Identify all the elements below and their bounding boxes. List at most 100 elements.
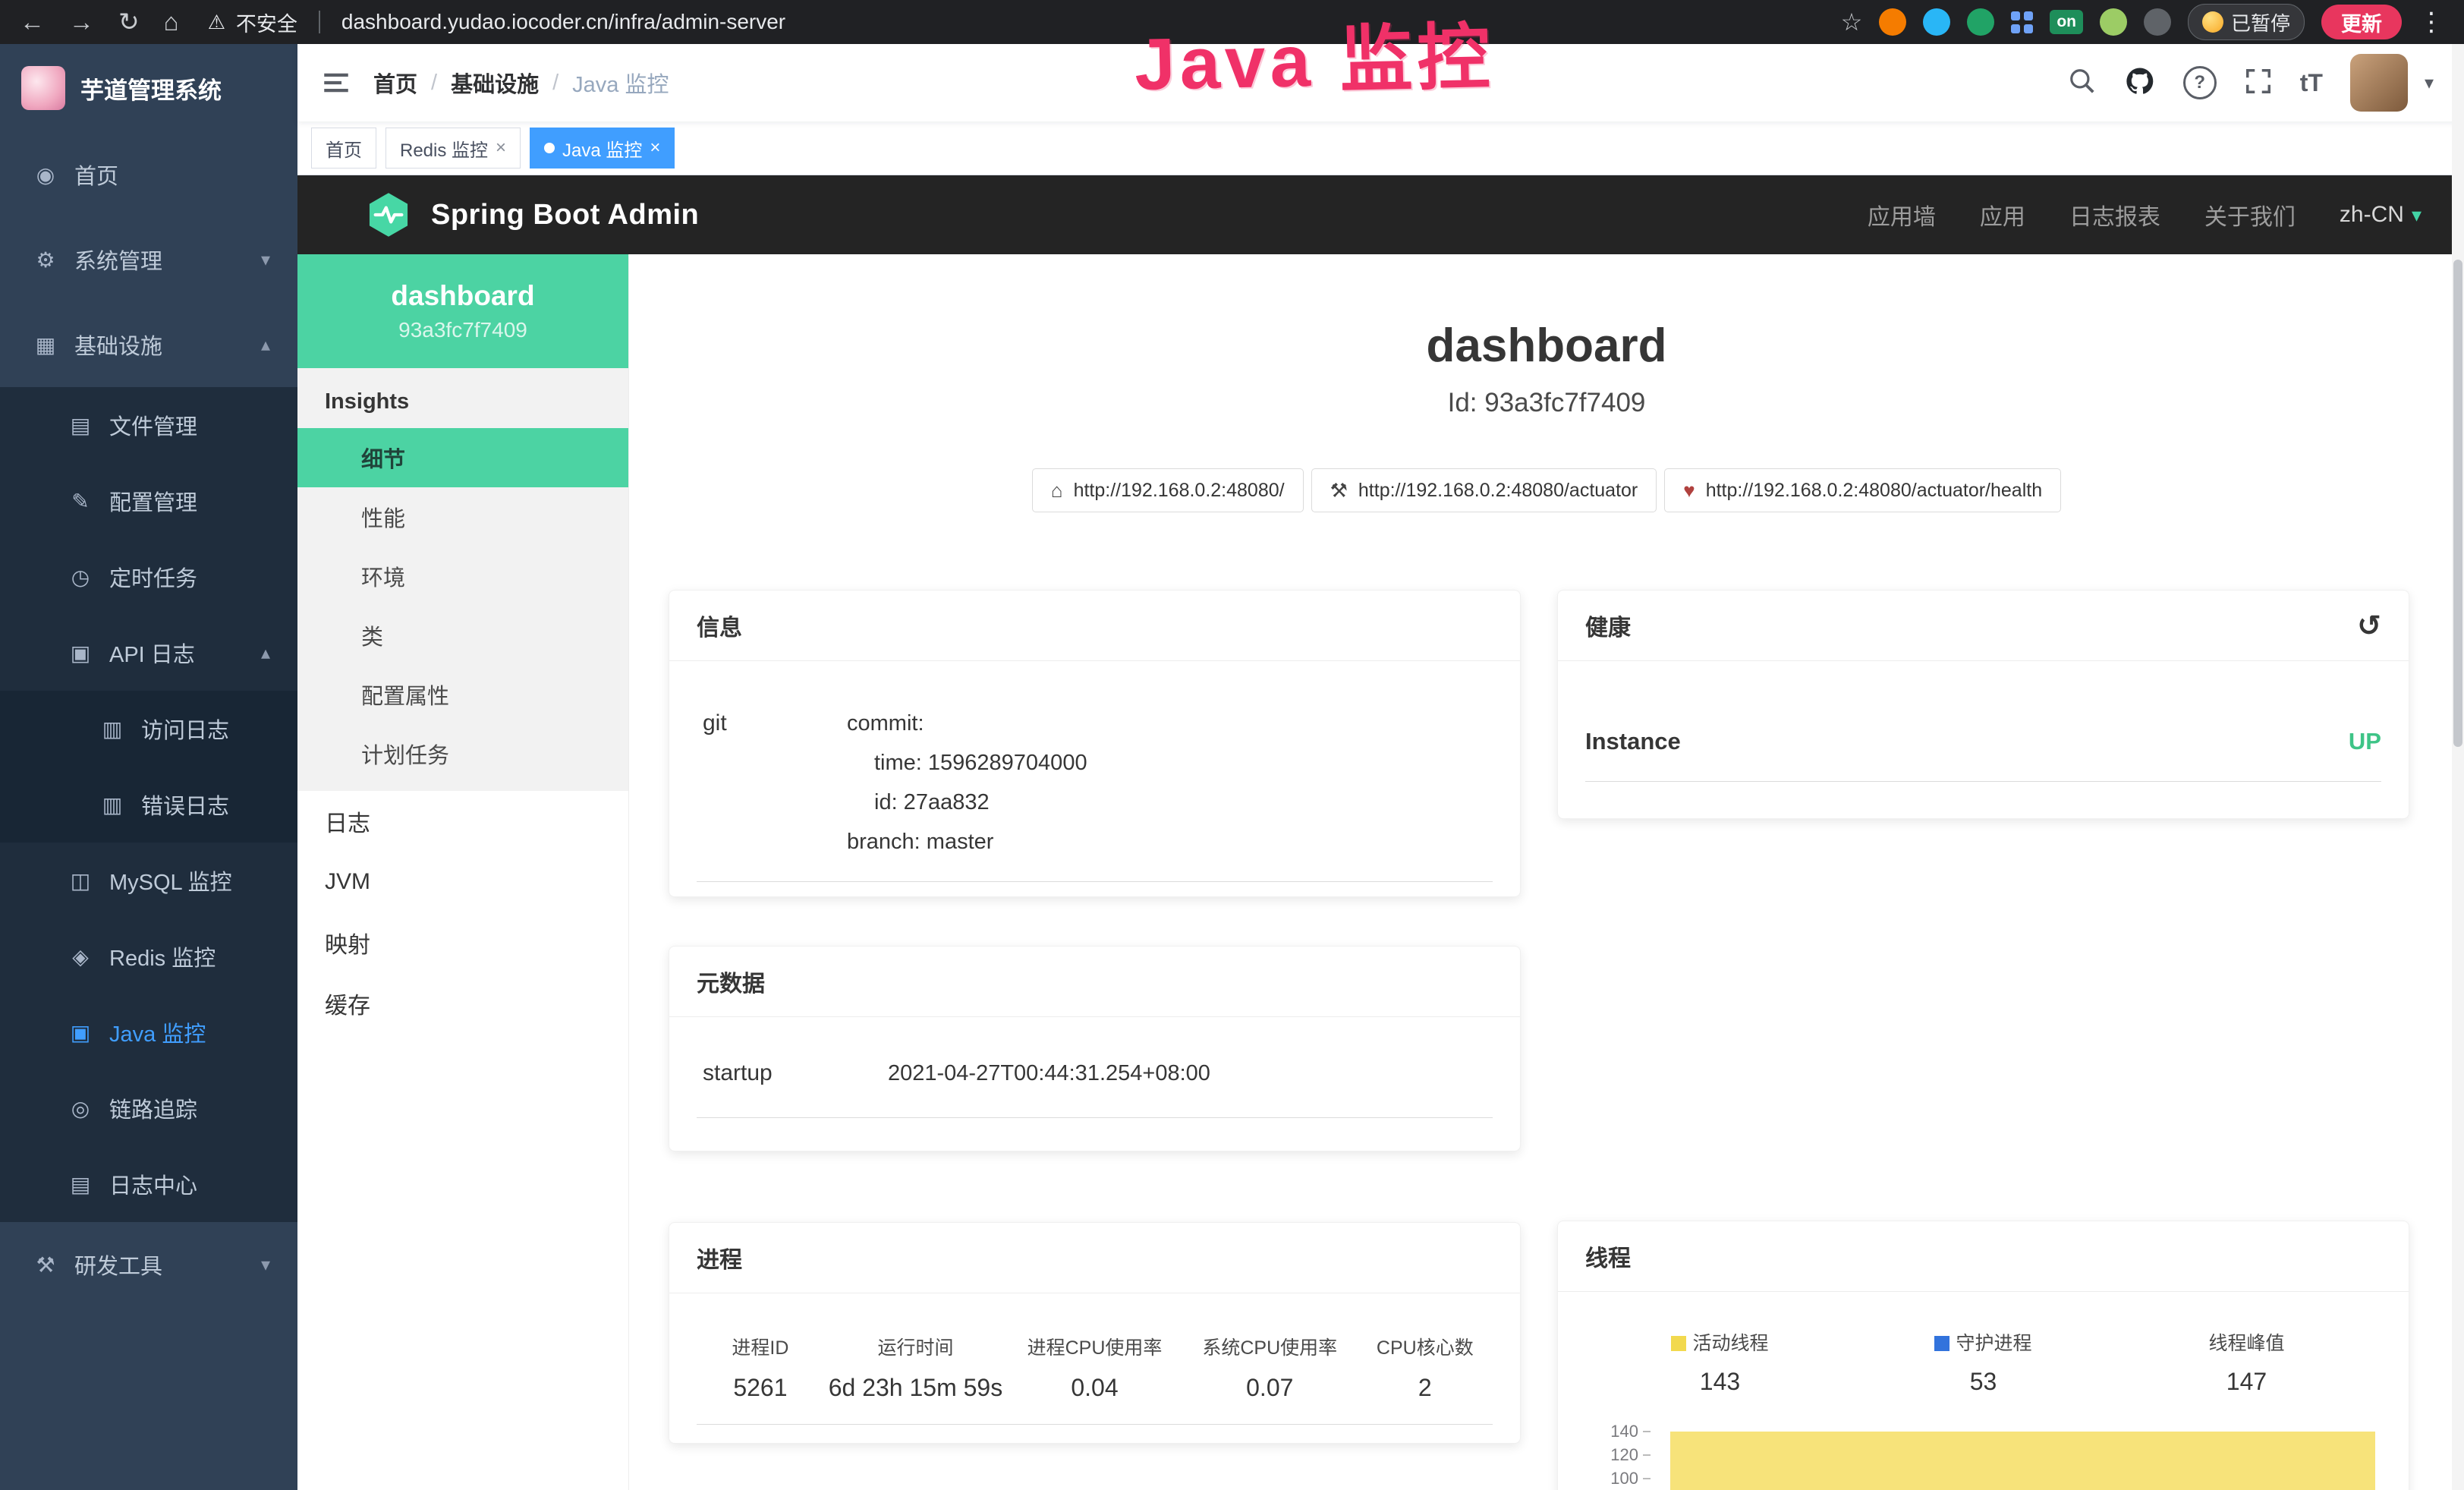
breadcrumb: 首页 / 基础设施 / Java 监控 [373,67,669,99]
sba-menu-config-props[interactable]: 配置属性 [297,665,628,724]
browser-actions: ☆ on 已暂停 更新 ⋮ [1841,4,2444,40]
spring-boot-admin-logo [364,191,413,239]
instance-health-row: Instance UP [1585,661,2381,782]
close-icon[interactable]: × [650,137,660,159]
github-icon[interactable] [2124,65,2156,101]
brand: 芋道管理系统 [0,44,297,132]
sba-menu-classes[interactable]: 类 [297,606,628,665]
avatar[interactable] [2350,54,2408,112]
back-icon[interactable]: ← [20,0,45,44]
tag-home[interactable]: 首页 [311,128,376,169]
sba-nav-journal[interactable]: 日志报表 [2069,198,2160,232]
tag-java-monitor[interactable]: Java 监控 × [530,128,675,169]
sidebar-item-redis-monitor[interactable]: ◈ Redis 监控 [0,918,297,994]
sba-menu-mappings[interactable]: 映射 [297,912,628,973]
sba-nav: 应用墙 应用 日志报表 关于我们 zh-CN ▾ [1868,198,2422,232]
uptime: 6d 23h 15m 59s [824,1372,1007,1403]
breadcrumb-infrastructure[interactable]: 基础设施 [451,67,539,99]
sidebar-item-log-center[interactable]: ▤ 日志中心 [0,1146,297,1222]
actuator-url-button[interactable]: ⚒ http://192.168.0.2:48080/actuator [1311,468,1657,512]
process-card-title: 进程 [669,1223,1520,1293]
sba-menu-logs[interactable]: 日志 [297,791,628,852]
hamburger-icon[interactable] [320,67,352,99]
chevron-up-icon: ▴ [261,334,270,356]
scrollbar[interactable] [2452,44,2464,1490]
sba-menu-environment[interactable]: 环境 [297,547,628,606]
health-card: 健康 ↺ Instance UP [1557,590,2409,819]
page: ← → ↻ ⌂ ⚠ 不安全 dashboard.yudao.iocoder.cn… [0,0,2464,1490]
process-id: 5261 [697,1372,824,1403]
breadcrumb-home[interactable]: 首页 [373,67,417,99]
update-button[interactable]: 更新 [2321,5,2402,39]
cpu-cores: 2 [1358,1372,1493,1403]
sidebar-item-access-logs[interactable]: ▥ 访问日志 [0,691,297,767]
sba-nav-applications[interactable]: 应用 [1980,198,2025,232]
extension-on-badge[interactable]: on [2050,10,2083,34]
reload-icon[interactable]: ↻ [118,0,140,44]
process-card: 进程 进程ID 运行时间 进程CPU使用率 系统CPU使用率 CPU核心数 52… [669,1222,1521,1444]
sidebar-menu: ◉ 首页 ⚙ 系统管理 ▾ ▦ 基础设施 ▴ ▤ 文件管理 [0,132,297,1307]
instance-header[interactable]: dashboard 93a3fc7f7409 [297,254,628,368]
sidebar-item-infrastructure[interactable]: ▦ 基础设施 ▴ [0,302,297,387]
sba-nav-about[interactable]: 关于我们 [2204,198,2296,232]
sba-menu-cache[interactable]: 缓存 [297,973,628,1034]
sidebar-item-java-monitor[interactable]: ▣ Java 监控 [0,994,297,1070]
browser-home-icon[interactable]: ⌂ [164,0,179,44]
insights-group: Insights 细节 性能 环境 类 配置属性 计划任务 [297,368,628,791]
gear-icon: ⚙ [32,247,59,272]
extension-drop-icon[interactable] [1923,8,1950,36]
chevron-down-icon: ▾ [2412,203,2422,227]
active-dot [544,143,555,153]
scrollbar-thumb[interactable] [2453,260,2462,747]
fullscreen-icon[interactable] [2244,67,2273,99]
sba-header: Spring Boot Admin 应用墙 应用 日志报表 关于我们 zh-CN… [297,175,2464,254]
extension-grid-icon[interactable] [2011,11,2033,33]
chevron-down-icon: ▾ [261,1254,270,1276]
address-bar[interactable]: ⚠ 不安全 dashboard.yudao.iocoder.cn/infra/a… [208,8,786,37]
search-icon[interactable] [2068,67,2097,99]
sba-menu-details[interactable]: 细节 [297,428,628,487]
process-values: 5261 6d 23h 15m 59s 0.04 0.07 2 [697,1372,1493,1425]
sidebar-item-file-mgmt[interactable]: ▤ 文件管理 [0,387,297,463]
chart-area-series [1670,1432,2375,1490]
legend-peak-threads: 线程峰值 147 [2115,1331,2378,1397]
process-headers: 进程ID 运行时间 进程CPU使用率 系统CPU使用率 CPU核心数 [669,1293,1520,1360]
sidebar-item-tracing[interactable]: ◎ 链路追踪 [0,1070,297,1146]
sidebar-item-mysql-monitor[interactable]: ◫ MySQL 监控 [0,843,297,918]
database-icon: ◫ [67,868,94,893]
tools-icon: ⚒ [32,1252,59,1277]
paused-badge[interactable]: 已暂停 [2188,4,2305,40]
close-icon[interactable]: × [496,137,506,159]
extension-fox-icon[interactable] [1879,8,1906,36]
help-icon[interactable]: ? [2183,66,2217,99]
metadata-card-title: 元数据 [669,947,1520,1017]
avatar-caret-icon[interactable]: ▾ [2425,72,2434,94]
extension-sync-icon[interactable] [1967,8,1994,36]
sba-menu-performance[interactable]: 性能 [297,487,628,547]
sba-menu-scheduled-tasks[interactable]: 计划任务 [297,724,628,783]
sidebar-item-dev-tools[interactable]: ⚒ 研发工具 ▾ [0,1222,297,1307]
extension-leaf-icon[interactable] [2100,8,2127,36]
sidebar-item-scheduled-jobs[interactable]: ◷ 定时任务 [0,539,297,615]
browser-menu-icon[interactable]: ⋮ [2418,7,2444,37]
sba-menu-jvm[interactable]: JVM [297,852,628,912]
sidebar-item-home[interactable]: ◉ 首页 [0,132,297,217]
history-icon[interactable]: ↺ [2357,609,2381,643]
extensions-puzzle-icon[interactable] [2144,8,2171,36]
bookmark-star-icon[interactable]: ☆ [1841,8,1863,36]
sidebar-item-error-logs[interactable]: ▥ 错误日志 [0,767,297,843]
sidebar-item-api-logs[interactable]: ▣ API 日志 ▴ [0,615,297,691]
health-url-button[interactable]: ♥ http://192.168.0.2:48080/actuator/heal… [1664,468,2061,512]
sidebar-item-system-mgmt[interactable]: ⚙ 系统管理 ▾ [0,217,297,302]
tag-redis-monitor[interactable]: Redis 监控 × [385,128,521,169]
locale-select[interactable]: zh-CN ▾ [2340,202,2422,228]
system-cpu: 0.07 [1182,1372,1358,1403]
text-size-icon[interactable]: tT [2300,69,2323,97]
forward-icon[interactable]: → [69,0,94,44]
paused-label: 已暂停 [2231,8,2290,36]
document-icon: ▥ [99,792,126,817]
sidebar-item-config-mgmt[interactable]: ✎ 配置管理 [0,463,297,539]
instance-url-button[interactable]: ⌂ http://192.168.0.2:48080/ [1032,468,1304,512]
sba-nav-wallboard[interactable]: 应用墙 [1868,198,1936,232]
home-icon: ⌂ [1051,479,1063,502]
